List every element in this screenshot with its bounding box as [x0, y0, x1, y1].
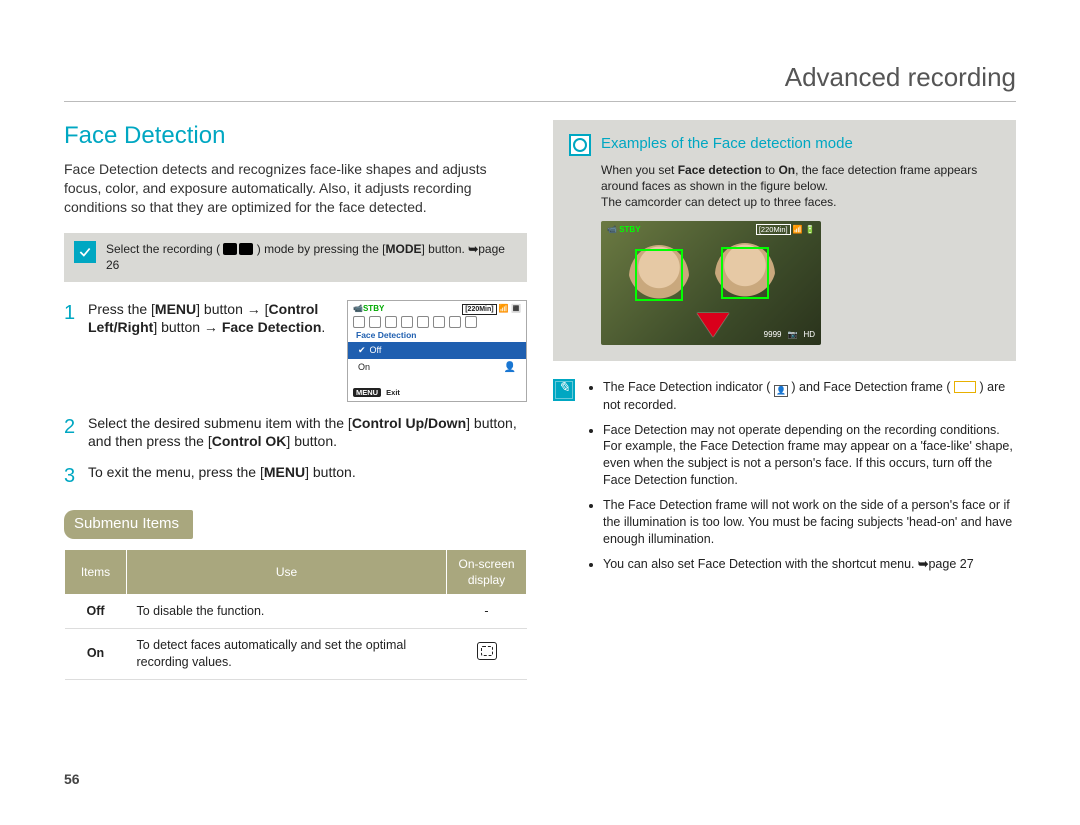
lcd-stby: STBY — [363, 304, 384, 315]
lcd-item-on: On 👤 — [348, 359, 526, 377]
step-2: 2 Select the desired submenu item with t… — [64, 414, 527, 452]
lcd-footer: MENU Exit — [353, 388, 400, 398]
right-column: Examples of the Face detection mode When… — [553, 120, 1016, 679]
list-item: You can also set Face Detection with the… — [603, 556, 1016, 573]
row-use: To detect faces automatically and set th… — [127, 628, 447, 679]
photo-quality: HD — [803, 330, 815, 341]
step-number: 1 — [64, 300, 78, 327]
mode-note-text: Select the recording ( ) mode by pressin… — [106, 241, 517, 273]
step-number: 2 — [64, 414, 78, 441]
th-use: Use — [127, 549, 447, 594]
note-prefix: Select the recording ( — [106, 242, 220, 256]
example-photo: 📹 STBY [220Min] 📶 🔋 9999 📷 HD — [601, 221, 821, 345]
lens-icon — [569, 134, 591, 156]
intro-text: Face Detection detects and recognizes fa… — [64, 160, 527, 217]
face-detection-indicator-icon — [477, 642, 497, 660]
hand-arrow-icon: ➥ — [918, 557, 928, 571]
lcd-preview: 📹 STBY [220Min] 📶 🔳 Face Detection — [347, 300, 527, 402]
header-title: Advanced recording — [785, 62, 1016, 92]
steps-list: 1 Press the [MENU] button → [Control Lef… — [64, 300, 527, 491]
submenu-title: Submenu Items — [64, 510, 193, 538]
rec-mode-icons — [223, 243, 253, 255]
photo-bottom-overlay: 9999 📷 HD — [764, 330, 815, 341]
face-frame-icon — [954, 381, 976, 393]
step-number: 3 — [64, 463, 78, 490]
list-item: The Face Detection indicator ( 👤 ) and F… — [603, 379, 1016, 414]
face-detection-indicator-icon: 👤 — [504, 361, 516, 375]
row-display: - — [447, 594, 527, 628]
step-1: 1 Press the [MENU] button → [Control Lef… — [64, 300, 527, 402]
example-text: When you set Face detection to On, the f… — [601, 162, 1000, 211]
table-row: On To detect faces automatically and set… — [65, 628, 527, 679]
note-tail: ] button. — [421, 242, 468, 256]
row-item: Off — [86, 604, 104, 618]
photo-stby: STBY — [619, 225, 640, 234]
submenu-table: Items Use On-screen display Off To disab… — [64, 549, 527, 680]
step-2-text: Select the desired submenu item with the… — [88, 414, 527, 452]
step-1-text: Press the [MENU] button → [Control Left/… — [88, 300, 333, 338]
face-frame-2 — [721, 247, 769, 299]
page-number: 56 — [64, 770, 80, 789]
step-3: 3 To exit the menu, press the [MENU] but… — [64, 463, 527, 490]
check-icon — [74, 241, 96, 263]
th-display: On-screen display — [447, 549, 527, 594]
section-title: Face Detection — [64, 120, 527, 152]
page-header: Advanced recording — [64, 60, 1016, 102]
row-use: To disable the function. — [127, 594, 447, 628]
th-items: Items — [65, 549, 127, 594]
lcd-menu-name: Face Detection — [348, 329, 526, 342]
row-display — [447, 628, 527, 679]
mode-note: Select the recording ( ) mode by pressin… — [64, 233, 527, 281]
list-item: The Face Detection frame will not work o… — [603, 497, 1016, 548]
submenu-header: Submenu Items — [64, 510, 527, 538]
red-arrow-icon — [697, 313, 729, 337]
face-frame-1 — [635, 249, 683, 301]
step-3-text: To exit the menu, press the [MENU] butto… — [88, 463, 527, 482]
note-suffix: ) mode by pressing the [ — [257, 242, 386, 256]
list-item: Face Detection may not operate depending… — [603, 422, 1016, 490]
table-row: Off To disable the function. - — [65, 594, 527, 628]
left-column: Face Detection Face Detection detects an… — [64, 120, 527, 679]
notes-list: The Face Detection indicator ( 👤 ) and F… — [585, 379, 1016, 581]
face-detection-indicator-icon: 👤 — [774, 385, 788, 397]
pencil-note-icon: ✎ — [553, 379, 575, 401]
photo-time: [220Min] — [756, 224, 791, 235]
hand-arrow-icon: ➥ — [468, 242, 478, 256]
mode-button-label: MODE — [385, 242, 421, 256]
example-panel: Examples of the Face detection mode When… — [553, 120, 1016, 361]
lcd-tab-icons — [348, 315, 526, 329]
photo-count: 9999 — [764, 330, 782, 341]
lcd-time: [220Min] — [462, 304, 496, 315]
row-item: On — [87, 646, 104, 660]
example-title: Examples of the Face detection mode — [601, 134, 853, 154]
lcd-item-off: ✔Off — [348, 342, 526, 358]
notes-block: ✎ The Face Detection indicator ( 👤 ) and… — [553, 379, 1016, 581]
